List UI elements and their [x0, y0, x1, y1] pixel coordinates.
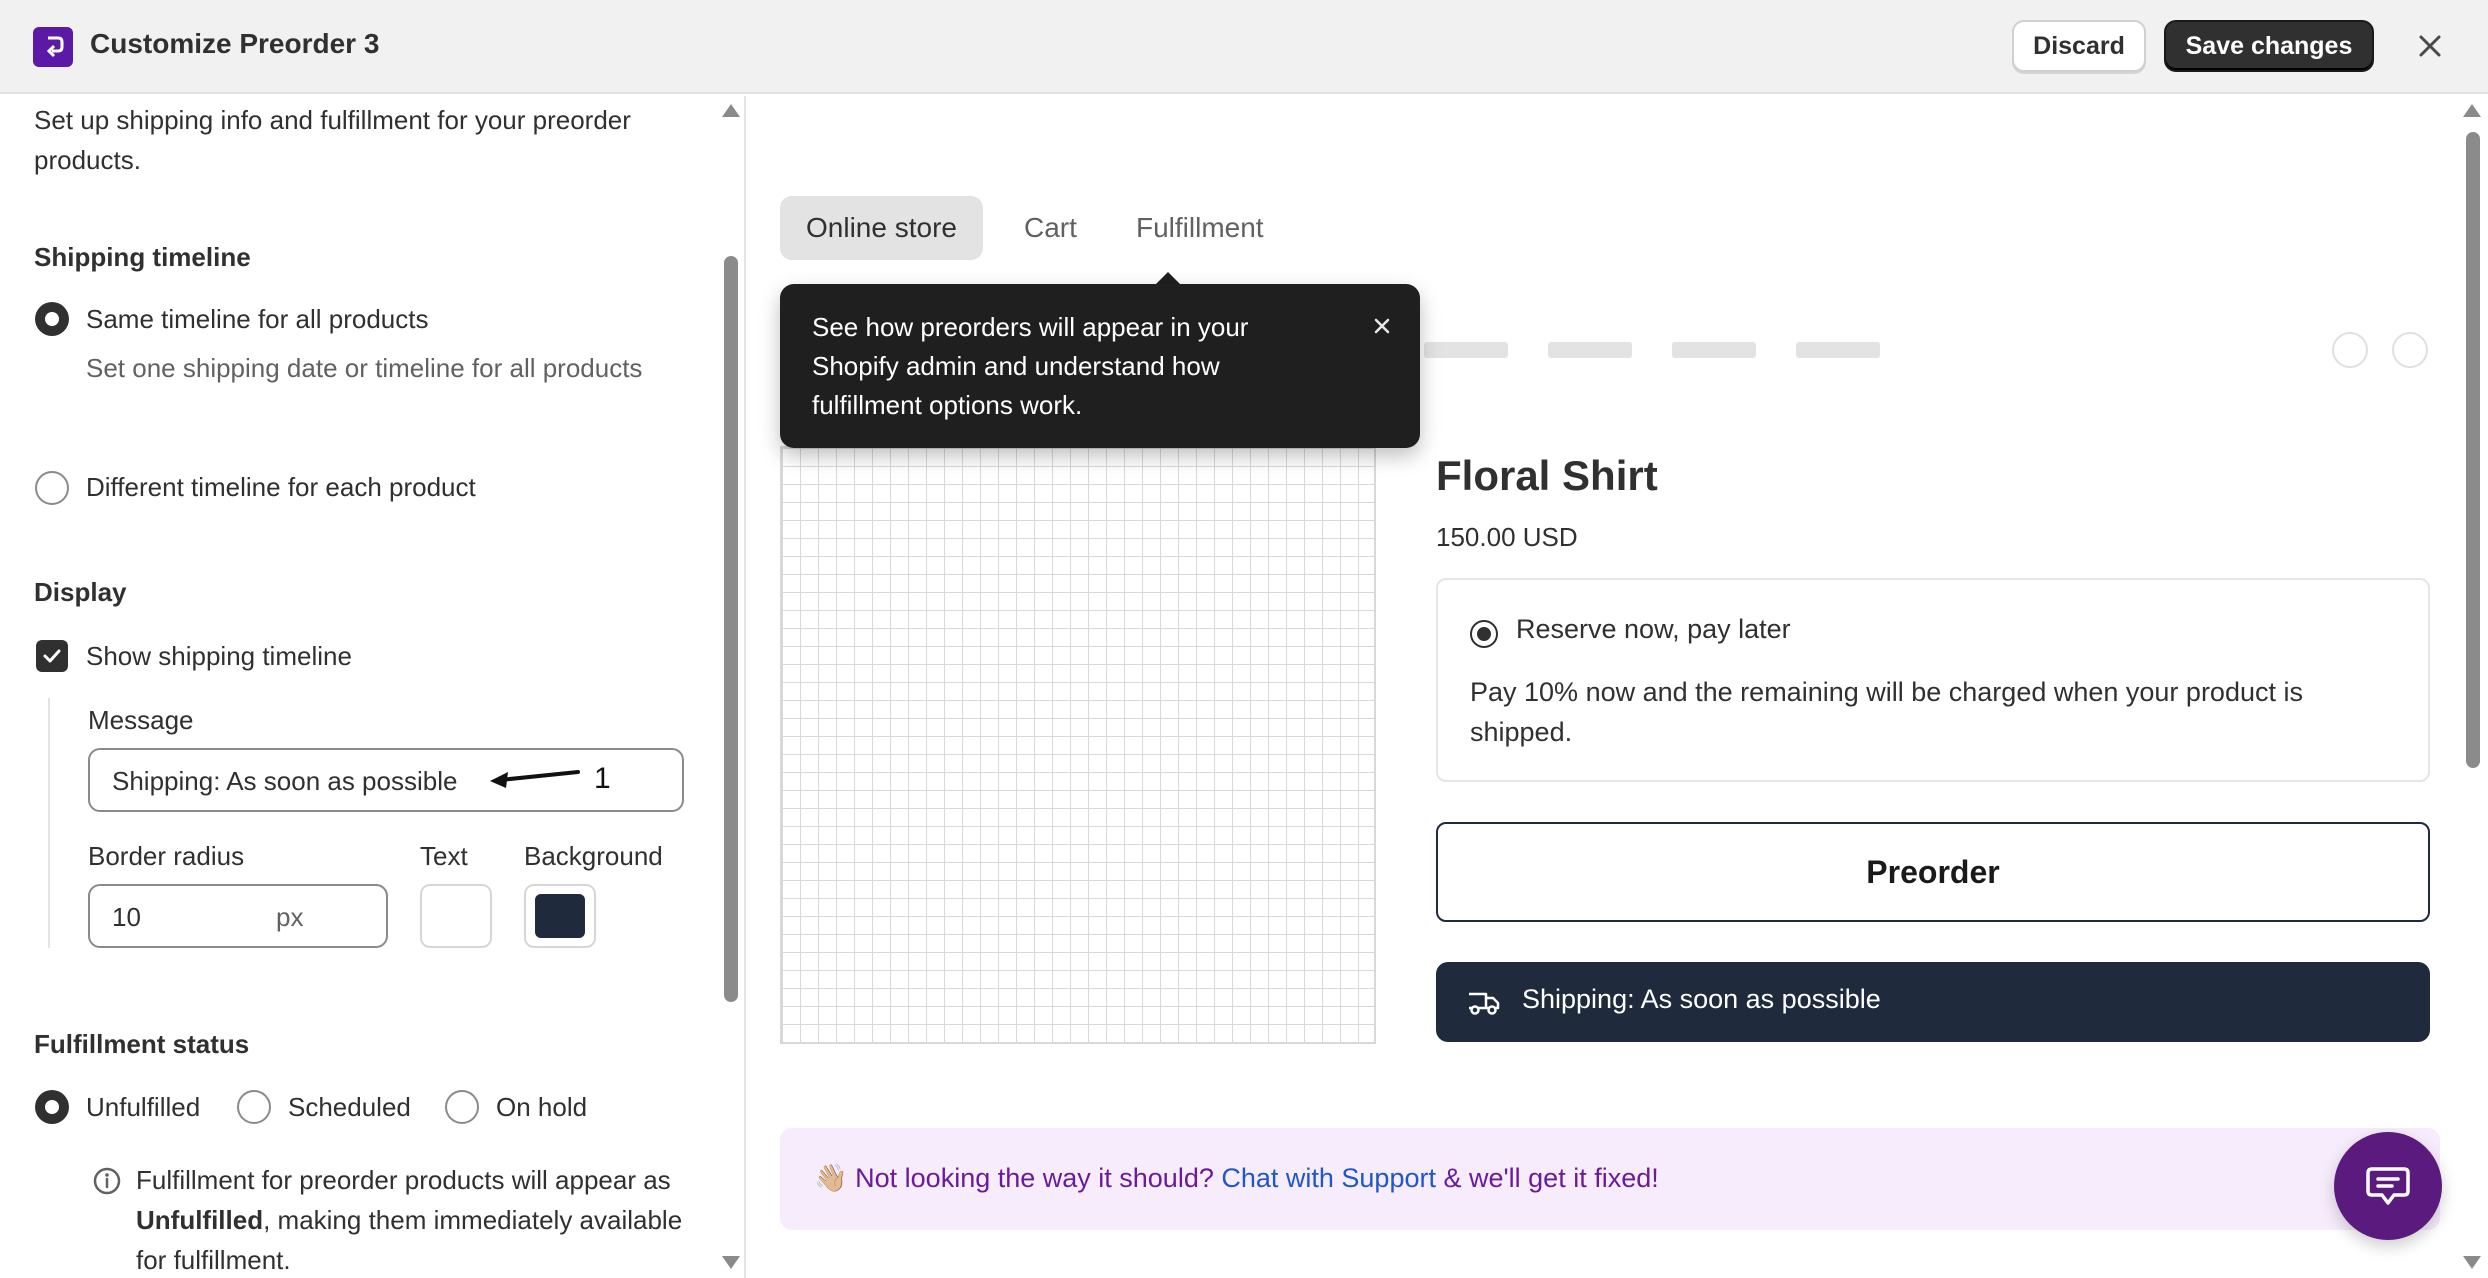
banner-suffix: & we'll get it fixed! — [1435, 1163, 1659, 1193]
fulfillment-info-text: Fulfillment for preorder products will a… — [136, 1160, 696, 1278]
fulfillment-info-prefix: Fulfillment for preorder products will a… — [136, 1165, 671, 1195]
wave-emoji-icon: 👋🏼 — [814, 1163, 848, 1193]
chat-support-link[interactable]: Chat with Support — [1221, 1163, 1436, 1193]
placeholder-nav-item — [1796, 342, 1880, 358]
tab-online-store[interactable]: Online store — [780, 196, 983, 260]
left-scrollbar-thumb[interactable] — [724, 256, 738, 1002]
radio-different-timeline-label[interactable]: Different timeline for each product — [86, 467, 476, 507]
border-radius-label: Border radius — [88, 841, 245, 871]
placeholder-nav-item — [1424, 342, 1508, 358]
support-banner: 👋🏼 Not looking the way it should? Chat w… — [780, 1128, 2440, 1230]
product-title: Floral Shirt — [1436, 452, 1658, 499]
left-scroll-down-icon[interactable] — [722, 1256, 740, 1269]
message-label: Message — [88, 705, 194, 735]
discard-button[interactable]: Discard — [2012, 20, 2146, 72]
background-color-label: Background — [524, 841, 663, 871]
border-radius-input[interactable]: 10 px — [88, 884, 388, 948]
text-color-label: Text — [420, 841, 468, 871]
message-input-value: Shipping: As soon as possible — [112, 766, 458, 796]
app-logo-glyph — [46, 36, 64, 58]
annotation-arrow-icon — [490, 770, 580, 788]
fulfillment-info-bold: Unfulfilled — [136, 1205, 264, 1235]
radio-same-timeline-desc: Set one shipping date or timeline for al… — [86, 353, 643, 383]
radio-same-timeline[interactable] — [35, 302, 69, 336]
shipping-timeline-heading: Shipping timeline — [34, 242, 251, 272]
radio-scheduled-label[interactable]: Scheduled — [288, 1087, 411, 1127]
reserve-option-desc: Pay 10% now and the remaining will be ch… — [1470, 677, 2303, 747]
background-color-fill — [535, 894, 585, 938]
preorder-button[interactable]: Preorder — [1436, 822, 2430, 922]
show-timeline-checkbox[interactable] — [36, 640, 68, 672]
placeholder-nav-item — [1672, 342, 1756, 358]
radio-same-timeline-label[interactable]: Same timeline for all products — [86, 299, 428, 339]
product-price: 150.00 USD — [1436, 522, 1578, 552]
close-icon[interactable] — [2410, 26, 2450, 66]
text-color-swatch[interactable] — [420, 884, 492, 948]
right-scroll-down-icon[interactable] — [2463, 1256, 2481, 1269]
right-scroll-up-icon[interactable] — [2463, 104, 2481, 117]
show-timeline-label[interactable]: Show shipping timeline — [86, 636, 352, 676]
left-scroll-up-icon[interactable] — [722, 104, 740, 117]
page-title: Customize Preorder 3 — [90, 28, 380, 59]
reserve-option-card[interactable]: Reserve now, pay later Pay 10% now and t… — [1436, 578, 2430, 782]
shipping-timeline-badge: Shipping: As soon as possible — [1436, 962, 2430, 1042]
checkmark-icon — [43, 649, 61, 663]
radio-unfulfilled[interactable] — [35, 1090, 69, 1124]
delivery-truck-icon — [1469, 992, 1500, 1015]
modal-header: Customize Preorder 3 Discard Save change… — [0, 0, 2488, 94]
chat-bubble-icon — [2366, 1167, 2410, 1205]
fulfillment-status-heading: Fulfillment status — [34, 1029, 250, 1059]
radio-on-hold[interactable] — [445, 1090, 479, 1124]
background-color-swatch[interactable] — [524, 884, 596, 948]
settings-intro: Set up shipping info and fulfillment for… — [34, 105, 631, 175]
tab-fulfillment[interactable]: Fulfillment — [1110, 196, 1290, 260]
placeholder-nav-item — [1548, 342, 1632, 358]
annotation-number: 1 — [594, 762, 611, 795]
info-icon — [93, 1167, 121, 1195]
tooltip-close-icon[interactable] — [1370, 314, 1394, 338]
placeholder-account-icon — [2332, 332, 2368, 368]
tab-cart[interactable]: Cart — [998, 196, 1103, 260]
fulfillment-tooltip: See how preorders will appear in your Sh… — [780, 284, 1420, 448]
reserve-option-label: Reserve now, pay later — [1516, 614, 1791, 644]
placeholder-cart-icon — [2392, 332, 2428, 368]
radio-different-timeline[interactable] — [35, 471, 69, 505]
display-heading: Display — [34, 577, 127, 607]
save-changes-button[interactable]: Save changes — [2164, 20, 2374, 72]
support-banner-text: 👋🏼 Not looking the way it should? Chat w… — [814, 1162, 1659, 1194]
border-radius-value: 10 — [112, 902, 141, 932]
radio-unfulfilled-label[interactable]: Unfulfilled — [86, 1087, 200, 1127]
app-logo-icon — [33, 27, 73, 67]
product-image-placeholder — [780, 446, 1376, 1044]
indent-divider — [48, 698, 50, 948]
shipping-timeline-text: Shipping: As soon as possible — [1522, 984, 1881, 1014]
banner-prefix: Not looking the way it should? — [855, 1163, 1222, 1193]
radio-scheduled[interactable] — [237, 1090, 271, 1124]
radio-on-hold-label[interactable]: On hold — [496, 1087, 587, 1127]
right-scrollbar-thumb[interactable] — [2466, 132, 2480, 768]
chat-support-button[interactable] — [2334, 1132, 2442, 1240]
border-radius-unit: px — [276, 902, 304, 932]
reserve-option-radio[interactable] — [1470, 620, 1498, 648]
tooltip-text: See how preorders will appear in your Sh… — [812, 312, 1249, 420]
